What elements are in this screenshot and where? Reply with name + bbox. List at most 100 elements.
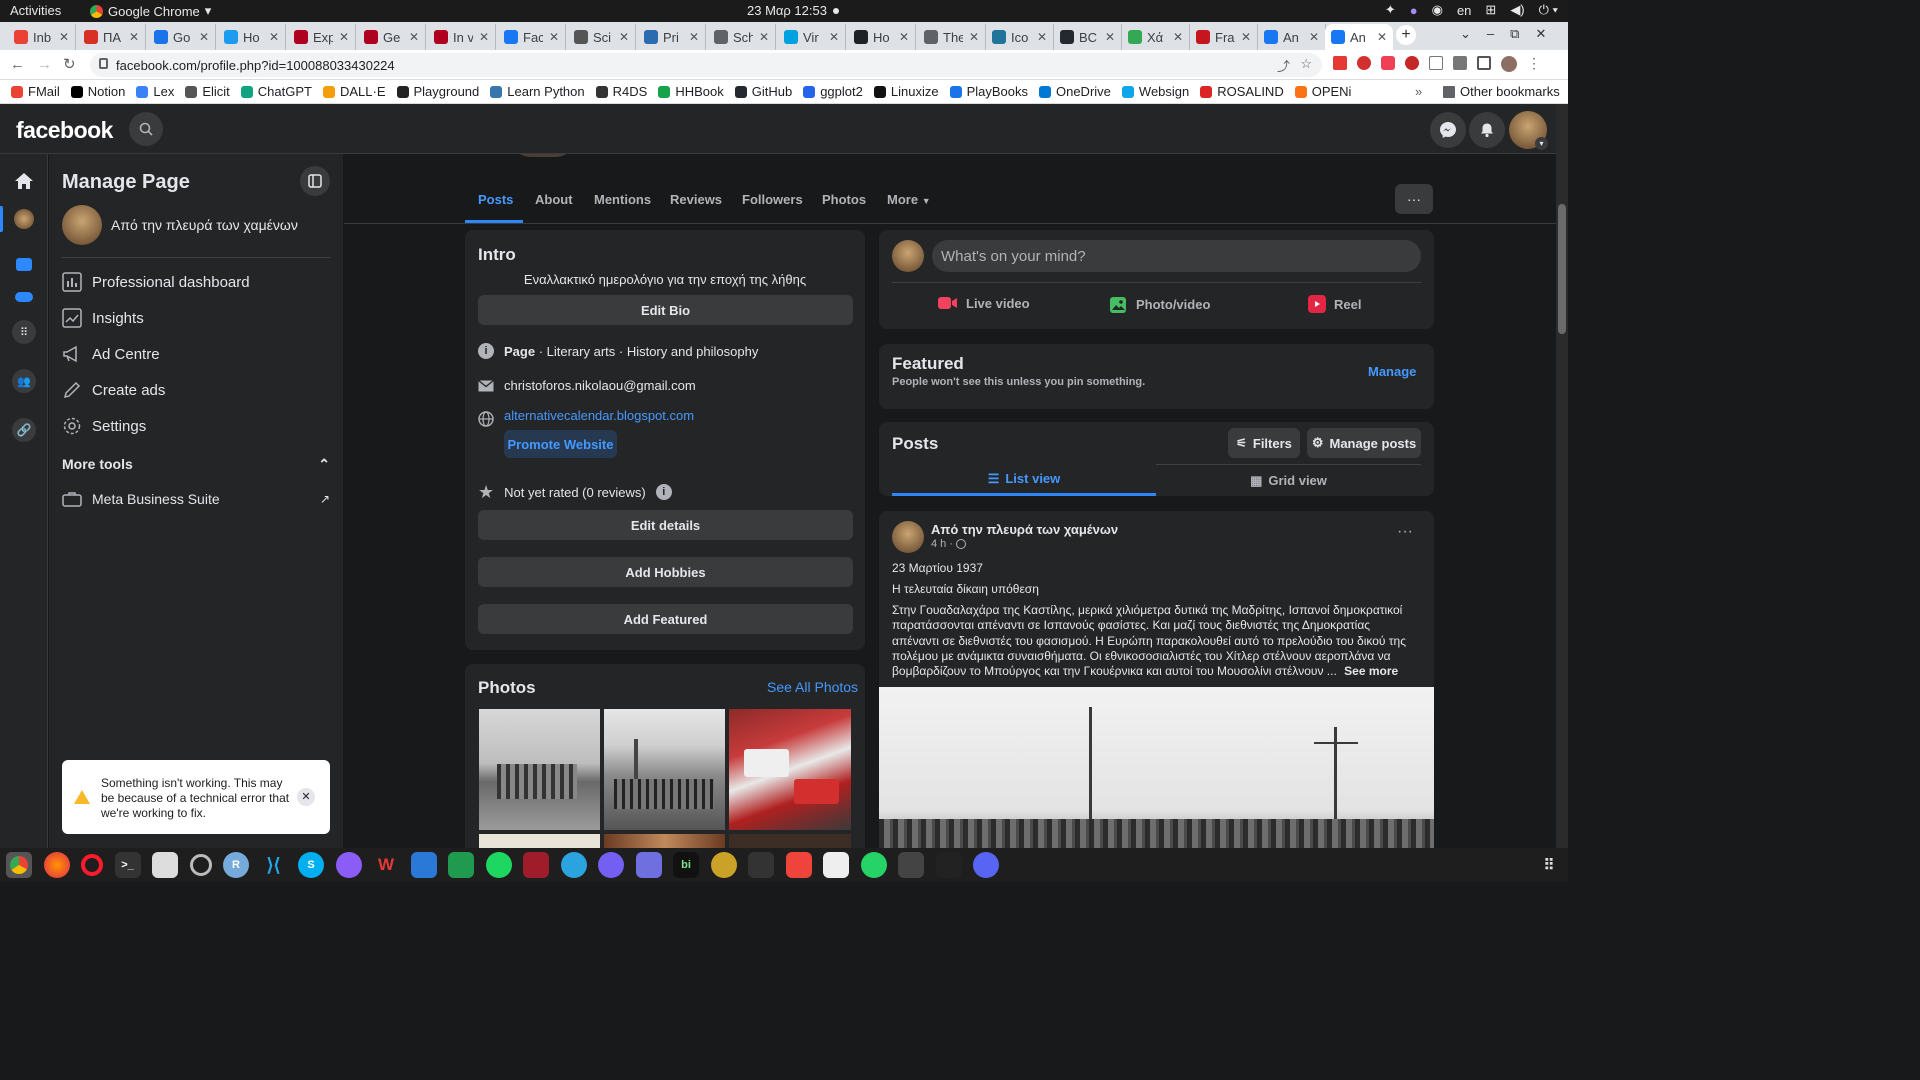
address-bar[interactable]: facebook.com/profile.php?id=100088033430… [90, 53, 1322, 77]
more-tools-header[interactable]: More tools ⌃ [62, 456, 330, 473]
tab-followers[interactable]: Followers [742, 192, 803, 207]
opera-icon[interactable] [81, 854, 103, 876]
tab-mentions[interactable]: Mentions [594, 192, 651, 207]
firefox-icon[interactable] [43, 852, 70, 878]
home-icon[interactable] [14, 172, 34, 190]
bookmark-item[interactable]: FMail [11, 84, 60, 99]
photo-thumbnail[interactable] [729, 834, 851, 848]
photo-thumbnail[interactable] [729, 709, 851, 830]
close-tab-icon[interactable]: ✕ [199, 30, 209, 44]
reload-icon[interactable]: ↻ [63, 55, 76, 73]
show-apps-icon[interactable]: ⠿ [1536, 852, 1562, 878]
link-icon[interactable]: 🔗 [12, 418, 36, 442]
app-menu[interactable]: Google Chrome ▾ [90, 3, 211, 19]
bookmark-item[interactable]: R4DS [595, 84, 647, 99]
post-image[interactable] [879, 687, 1434, 848]
page-switcher[interactable]: Από την πλευρά των χαμένων [62, 205, 298, 245]
close-tab-icon[interactable]: ✕ [339, 30, 349, 44]
extension-icon[interactable] [1405, 56, 1419, 70]
bookmark-item[interactable]: Linuxize [873, 84, 939, 99]
close-tab-icon[interactable]: ✕ [269, 30, 279, 44]
close-tab-icon[interactable]: ✕ [1105, 30, 1115, 44]
search-button[interactable] [129, 112, 163, 146]
manage-posts-button[interactable]: ⚙ Manage posts [1307, 428, 1421, 458]
profile-avatar[interactable] [1501, 56, 1517, 72]
manage-menu-item[interactable]: Ad Centre [62, 336, 330, 372]
maximize-icon[interactable]: ⧉ [1510, 26, 1519, 42]
bookmark-item[interactable]: Playground [396, 84, 479, 99]
close-tab-icon[interactable]: ✕ [1037, 30, 1047, 44]
bookmark-item[interactable]: ROSALIND [1200, 84, 1284, 99]
reel-button[interactable]: Reel [1308, 295, 1361, 313]
close-tab-icon[interactable]: ✕ [129, 30, 139, 44]
photo-thumbnail[interactable] [604, 709, 725, 830]
telegram-icon[interactable] [560, 852, 587, 878]
manage-featured-link[interactable]: Manage [1368, 364, 1416, 379]
list-view-tab[interactable]: ☰ List view [892, 464, 1156, 496]
app-icon[interactable] [710, 852, 737, 878]
bookmark-item[interactable]: Learn Python [490, 84, 585, 99]
browser-tab[interactable]: Exp ✕ [288, 24, 356, 50]
filters-button[interactable]: ⚟ Filters [1228, 428, 1300, 458]
close-tab-icon[interactable]: ✕ [759, 30, 769, 44]
github-desktop-icon[interactable] [335, 852, 362, 878]
post-author-name[interactable]: Από την πλευρά των χαμένων [931, 522, 1118, 537]
close-tab-icon[interactable]: ✕ [829, 30, 839, 44]
close-tab-icon[interactable]: ✕ [969, 30, 979, 44]
adblock-icon[interactable] [1357, 56, 1371, 70]
edit-details-button[interactable]: Edit details [478, 510, 853, 540]
bookmark-item[interactable]: Notion [70, 84, 125, 99]
close-tab-icon[interactable]: ✕ [1309, 30, 1319, 44]
browser-tab[interactable]: Ico ✕ [986, 24, 1054, 50]
settings-dock-icon[interactable] [189, 854, 212, 876]
gaming-icon[interactable] [15, 292, 33, 302]
writer-icon[interactable] [410, 852, 437, 878]
kebab-menu-icon[interactable]: ⋮ [1527, 56, 1541, 72]
browser-tab[interactable]: Go ✕ [148, 24, 216, 50]
notes-icon[interactable] [823, 852, 849, 878]
browser-tab[interactable]: BC ✕ [1054, 24, 1122, 50]
promote-website-button[interactable]: Promote Website [504, 430, 617, 458]
browser-tab[interactable]: Fra ✕ [1190, 24, 1258, 50]
system-tray[interactable]: ✦ ● ◉ en ⊞ ◀) ⏻ ▾ [1385, 2, 1558, 18]
tab-about[interactable]: About [535, 192, 573, 207]
wps-icon[interactable]: W [373, 852, 399, 878]
close-tab-icon[interactable]: ✕ [59, 30, 69, 44]
clock[interactable]: 23 Μαρ 12:53 [747, 3, 827, 18]
apps-grid-icon[interactable]: ⠿ [12, 320, 36, 344]
page-scrollbar[interactable] [1556, 104, 1568, 848]
minimize-icon[interactable]: – [1487, 26, 1494, 42]
composer-avatar[interactable] [892, 240, 924, 272]
bookmark-item[interactable]: Lex [136, 84, 174, 99]
bi-icon[interactable]: bi [673, 852, 699, 878]
tab-search-icon[interactable]: ⌄ [1460, 26, 1471, 42]
bookmark-item[interactable]: ggplot2 [803, 84, 863, 99]
watch-icon[interactable] [16, 258, 32, 271]
anydesk-icon[interactable] [785, 852, 812, 878]
bookmarks-overflow-icon[interactable]: » [1415, 84, 1422, 99]
account-avatar[interactable]: ▾ [1509, 111, 1548, 150]
browser-tab[interactable]: In v ✕ [428, 24, 496, 50]
vscode-icon[interactable]: ⟩⟨ [261, 852, 287, 878]
groups-icon[interactable]: 👥 [12, 369, 36, 393]
facebook-logo[interactable]: facebook [16, 117, 113, 144]
page-avatar-icon[interactable] [14, 209, 34, 229]
profile-options-button[interactable]: ··· [1395, 184, 1433, 214]
activities-button[interactable]: Activities [10, 3, 61, 18]
rstudio-icon[interactable]: R [223, 852, 249, 878]
close-tab-icon[interactable]: ✕ [689, 30, 699, 44]
back-icon[interactable]: ← [10, 56, 25, 73]
browser-tab[interactable]: Ho ✕ [218, 24, 286, 50]
collapse-panel-button[interactable] [300, 166, 330, 196]
manage-menu-item[interactable]: Professional dashboard [62, 264, 330, 300]
sidepanel-icon[interactable] [1477, 56, 1491, 70]
new-tab-button[interactable]: + [1396, 25, 1416, 45]
browser-tab[interactable]: Ho ✕ [848, 24, 916, 50]
bookmark-item[interactable]: OPENi [1294, 84, 1351, 99]
meta-business-suite-link[interactable]: Meta Business Suite ↗ [62, 481, 330, 517]
bookmark-item[interactable]: GitHub [734, 84, 792, 99]
manage-menu-item[interactable]: Settings [62, 408, 330, 444]
whatsapp-icon[interactable] [860, 852, 887, 878]
messenger-button[interactable] [1430, 112, 1466, 148]
photo-video-button[interactable]: Photo/video [1110, 295, 1210, 313]
